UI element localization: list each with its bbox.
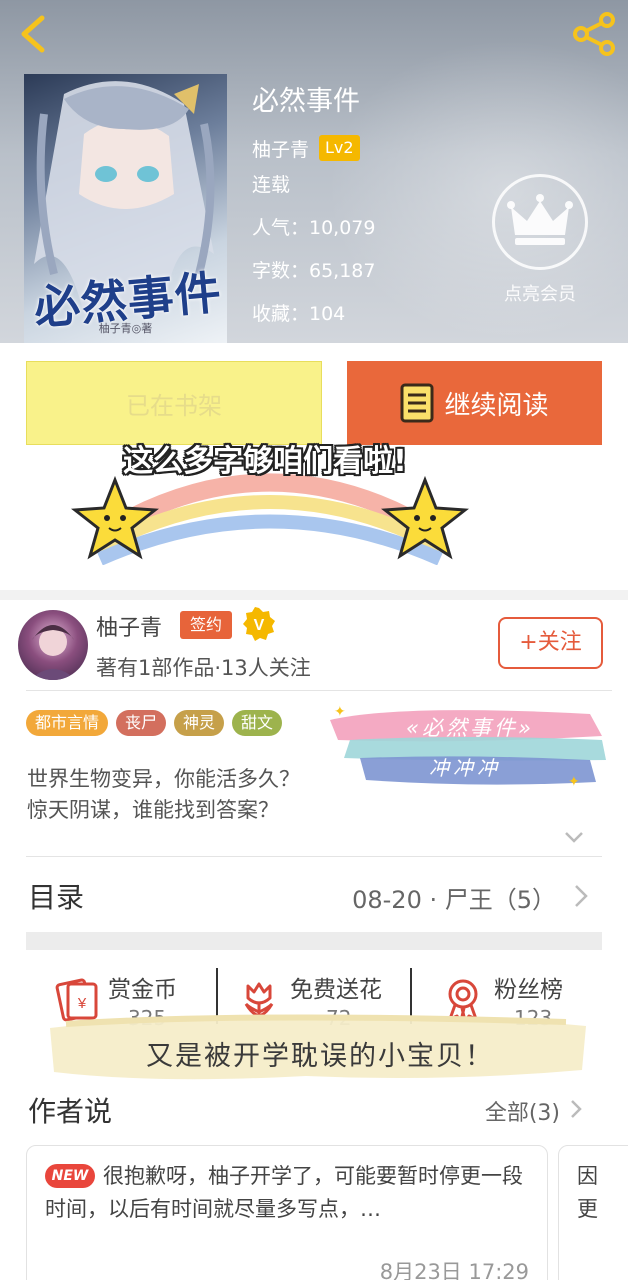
book-header: 必然事件 柚子青◎著 必然事件 柚子青 Lv2 连载 人气：10,079 字数：… [0,0,628,343]
fan-ranking-label: 粉丝榜 [494,977,563,1003]
book-title: 必然事件 [252,86,360,117]
vip-circle [492,174,588,270]
author-says-title: 作者说 [28,1095,113,1128]
continue-reading-button[interactable]: 继续阅读 [347,361,602,445]
book-info: 必然事件 柚子青 Lv2 连载 人气：10,079 字数：65,187 收藏：1… [252,84,375,336]
synopsis: 世界生物变异，你能活多久？ 惊天阴谋，谁能找到答案？ [27,764,300,826]
tag-sweet[interactable]: 甜文 [232,710,283,736]
author-name[interactable]: 柚子青 [96,610,162,642]
author-meta: 著有1部作品·13人关注 [96,656,311,680]
chevron-right-icon [575,885,588,907]
author-says-all-link[interactable]: 全部(3) [485,1095,560,1127]
synopsis-line-1: 世界生物变异，你能活多久？ [27,767,300,791]
author-avatar[interactable] [18,610,88,680]
sticker-text: 这么多字够咱们看啦! [123,444,407,479]
chevron-down-icon[interactable] [563,828,585,846]
book-icon [400,383,434,423]
tag-list: 都市言情 丧尸 神灵 甜文 [26,710,283,736]
continue-reading-label: 继续阅读 [444,390,549,421]
in-shelf-label: 已在书架 [126,391,222,420]
chevron-left-icon [21,15,45,53]
author-note-text-line: 因 [577,1164,598,1188]
vip-label: 点亮会员 [504,284,576,305]
reward-coins-label: 赏金币 [108,977,177,1003]
catalog-row[interactable]: 目录 08-20 · 尸王（5） [0,858,628,932]
book-author[interactable]: 柚子青 [252,135,309,162]
book-favorites: 收藏：104 [252,303,346,325]
author-row: 柚子青 Lv2 [252,134,375,162]
divider [26,856,602,857]
crown-icon [507,194,573,245]
stamp-subtitle: 冲冲冲 [429,756,501,780]
book-cover[interactable]: 必然事件 柚子青◎著 [24,74,227,343]
svg-text:✦: ✦ [568,774,580,790]
brush-text: 又是被开学耽误的小宝贝！ [146,1041,494,1072]
chevron-right-icon[interactable] [570,1099,582,1119]
book-status: 连载 [252,174,291,196]
author-note-text: 很抱歉呀，柚子开学了，可能要暂时停更一段时间，以后有时间就尽量多写点，… [45,1164,523,1221]
v-badge-icon: V [243,607,275,641]
avatar-illustration [30,625,76,680]
share-icon [573,12,615,56]
follow-button[interactable]: +关注 [498,617,603,669]
signed-badge: 签约 [180,611,232,639]
divider [26,690,612,691]
author-note-text: 因 更 [577,1160,598,1226]
svg-text:✦: ✦ [334,704,346,720]
stamp-title: «必然事件» [406,716,534,740]
section-gap [0,590,628,600]
tag-deity[interactable]: 神灵 [174,710,225,736]
tag-zombie[interactable]: 丧尸 [116,710,167,736]
section-gap [26,932,602,950]
svg-text:V: V [254,617,265,634]
catalog-label: 目录 [28,881,85,914]
author-note-time: 8月23日 17:29 [379,1260,529,1280]
back-button[interactable] [14,12,54,56]
tag-urban-romance[interactable]: 都市言情 [26,710,109,736]
in-shelf-button[interactable]: 已在书架 [26,361,322,445]
synopsis-line-2: 惊天阴谋，谁能找到答案？ [27,798,279,822]
latest-chapter: 08-20 · 尸王（5） [352,886,556,914]
author-note-card[interactable]: 很抱歉呀，柚子开学了，可能要暂时停更一段时间，以后有时间就尽量多写点，… NEW… [26,1145,548,1280]
author-note-card[interactable]: 因 更 [558,1145,628,1280]
cover-author: 柚子青◎著 [98,322,153,335]
book-word-count: 字数：65,187 [252,260,376,282]
book-popularity: 人气：10,079 [252,217,376,239]
new-badge: NEW [45,1164,95,1188]
share-button[interactable] [570,10,618,58]
send-flower-label: 免费送花 [290,977,382,1003]
book-detail-page: 必然事件 柚子青◎著 必然事件 柚子青 Lv2 连载 人气：10,079 字数：… [0,0,628,1280]
author-note-text-line: 更 [577,1197,598,1221]
vip-button[interactable]: 点亮会员 [492,174,588,305]
level-badge: Lv2 [319,135,360,161]
